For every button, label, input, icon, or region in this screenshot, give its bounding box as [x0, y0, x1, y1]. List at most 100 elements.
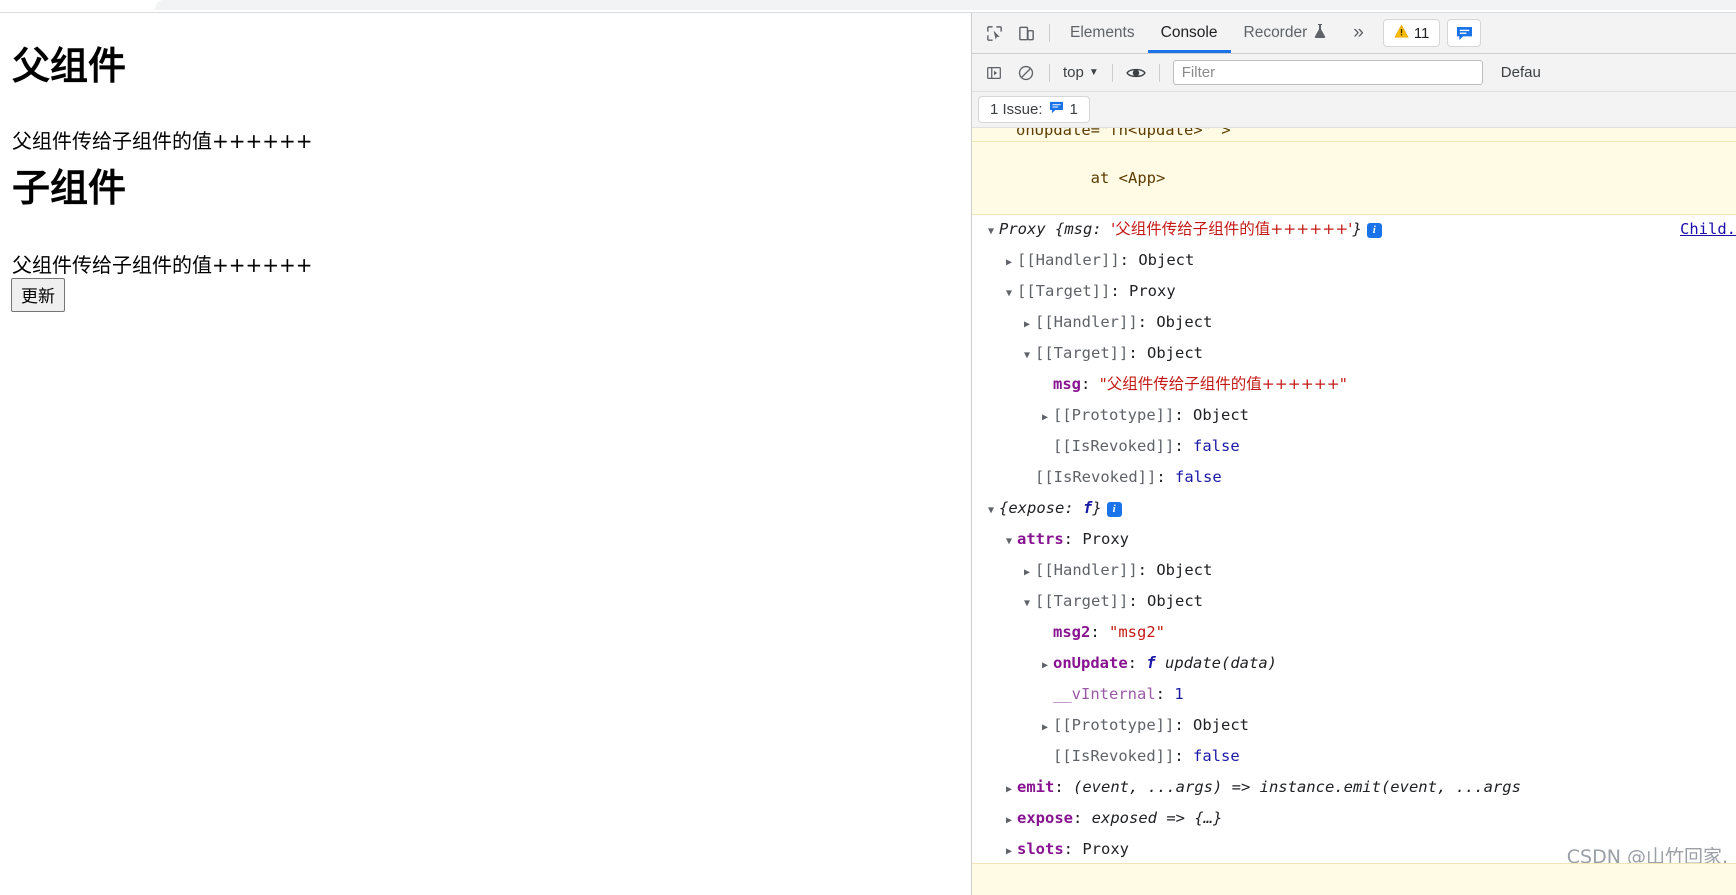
- object-tree-row[interactable]: attrs: Proxy: [972, 525, 1736, 556]
- issues-message-icon[interactable]: [1447, 19, 1482, 47]
- tree-token: msg2: [1053, 623, 1091, 641]
- tree-token: [[Handler]]: [1035, 561, 1138, 579]
- object-tree-row[interactable]: [[Handler]]: Object: [972, 246, 1736, 277]
- object-tree-row[interactable]: [[Target]]: Object: [972, 339, 1736, 370]
- object-tree-row[interactable]: slots: Proxy: [972, 835, 1736, 866]
- object-tree-row[interactable]: [[Prototype]]: Object: [972, 401, 1736, 432]
- child-component-text: 父组件传给子组件的值++++++: [12, 253, 313, 277]
- chevron-right-icon[interactable]: [1042, 654, 1053, 678]
- source-file-link[interactable]: Child.: [1680, 217, 1736, 241]
- tree-token: [[Target]]: [1035, 344, 1129, 362]
- tree-token: :: [1127, 654, 1147, 672]
- chevron-down-icon[interactable]: [1024, 344, 1035, 368]
- object-tree-row[interactable]: [[IsRevoked]]: false: [972, 463, 1736, 494]
- chevron-right-icon[interactable]: [1024, 561, 1035, 585]
- tab-console[interactable]: Console: [1148, 13, 1231, 53]
- chevron-down-icon[interactable]: [988, 499, 999, 523]
- chevron-right-icon[interactable]: [1006, 251, 1017, 275]
- tree-token: 1: [1174, 685, 1184, 703]
- chevron-right-icon[interactable]: [1006, 809, 1017, 833]
- warning-count: 11: [1413, 24, 1430, 42]
- tree-token: Object: [1193, 716, 1249, 734]
- console-filter-input[interactable]: [1172, 60, 1483, 85]
- tree-token: exposed => {…}: [1091, 809, 1223, 827]
- info-icon[interactable]: i: [1106, 502, 1122, 517]
- javascript-context-selector[interactable]: top ▼: [1057, 64, 1105, 81]
- tree-token: {expose:: [999, 499, 1083, 517]
- issues-chip[interactable]: 1 Issue: 1: [978, 96, 1090, 123]
- tree-token: :: [1174, 437, 1193, 455]
- object-tree-row[interactable]: __vInternal: 1: [972, 680, 1736, 711]
- issues-chip-label: 1 Issue:: [990, 101, 1043, 118]
- object-tree-row[interactable]: [[IsRevoked]]: false: [972, 432, 1736, 463]
- tree-token: :: [1063, 840, 1083, 858]
- object-tree-row[interactable]: onUpdate: f update(data): [972, 649, 1736, 680]
- tree-token: "msg2": [1109, 623, 1165, 641]
- tree-token: [[IsRevoked]]: [1035, 468, 1157, 486]
- chevron-down-icon[interactable]: [1024, 592, 1035, 616]
- console-output[interactable]: onUpdate="fn<update>" > at <App> Proxy {…: [972, 128, 1736, 895]
- object-tree-row[interactable]: emit: (event, ...args) => instance.emit(…: [972, 773, 1736, 804]
- tree-token: [[Target]]: [1017, 282, 1111, 300]
- inspect-element-icon[interactable]: [978, 18, 1010, 48]
- console-toolbar-divider-1: [1049, 63, 1050, 82]
- object-tree-row[interactable]: Proxy {msg: '父组件传给子组件的值++++++'} i Child.: [972, 215, 1736, 246]
- chevron-right-icon[interactable]: [1006, 778, 1017, 802]
- tree-token: Object: [1193, 406, 1249, 424]
- console-warning-stack[interactable]: at <App>: [972, 142, 1736, 215]
- object-tree-row[interactable]: [[Prototype]]: Object: [972, 711, 1736, 742]
- chevron-down-icon[interactable]: [1006, 530, 1017, 554]
- tree-token: :: [1174, 406, 1193, 424]
- log-levels-selector[interactable]: Defau: [1501, 64, 1541, 81]
- object-tree[interactable]: Proxy {msg: '父组件传给子组件的值++++++'} i Child. [[…: [972, 215, 1736, 895]
- object-tree-row[interactable]: [[Handler]]: Object: [972, 308, 1736, 339]
- tab-elements[interactable]: Elements: [1057, 13, 1148, 53]
- warning-count-badge[interactable]: 11: [1382, 19, 1441, 47]
- chevron-right-icon[interactable]: [1006, 840, 1017, 864]
- tree-token: update(data): [1165, 654, 1277, 672]
- chevron-right-icon[interactable]: [1042, 406, 1053, 430]
- update-button[interactable]: 更新: [11, 278, 65, 312]
- tab-recorder-label: Recorder: [1243, 24, 1308, 41]
- tree-token: false: [1175, 468, 1222, 486]
- object-tree-row[interactable]: [[Target]]: Proxy: [972, 277, 1736, 308]
- object-tree-row[interactable]: [[Handler]]: Object: [972, 556, 1736, 587]
- tab-recorder[interactable]: Recorder: [1231, 13, 1341, 53]
- tree-token: Object: [1156, 561, 1213, 579]
- tree-token: :: [1156, 468, 1175, 486]
- tree-token: :: [1174, 747, 1193, 765]
- tree-token: :: [1174, 716, 1193, 734]
- tree-token: __vInternal: [1053, 685, 1156, 703]
- child-component-heading: 子组件: [12, 166, 127, 210]
- info-icon[interactable]: i: [1366, 223, 1382, 238]
- console-sidebar-icon[interactable]: [978, 58, 1010, 88]
- object-tree-row[interactable]: [[IsRevoked]]: false: [972, 742, 1736, 773]
- tree-token: emit: [1017, 778, 1055, 796]
- tree-token: [[Prototype]]: [1053, 406, 1175, 424]
- tree-token: Proxy: [999, 220, 1055, 238]
- more-tabs-icon[interactable]: »: [1340, 13, 1377, 53]
- tree-token: [[Handler]]: [1035, 313, 1138, 331]
- object-tree-row[interactable]: msg2: "msg2": [972, 618, 1736, 649]
- object-tree-row[interactable]: msg: "父组件传给子组件的值++++++": [972, 370, 1736, 401]
- live-expression-icon[interactable]: [1120, 58, 1152, 88]
- chevron-right-icon[interactable]: [1042, 716, 1053, 740]
- parent-component-heading: 父组件: [12, 44, 127, 88]
- device-toolbar-icon[interactable]: [1010, 18, 1042, 48]
- console-warning-clipped[interactable]: onUpdate="fn<update>" >: [972, 128, 1736, 142]
- chevron-down-icon[interactable]: [1006, 282, 1017, 306]
- clear-console-icon[interactable]: [1010, 58, 1042, 88]
- tree-token: :: [1155, 685, 1175, 703]
- object-tree-row[interactable]: [[Target]]: Object: [972, 587, 1736, 618]
- object-tree-row[interactable]: {expose: f} i: [972, 494, 1736, 525]
- console-toolbar-divider-2: [1111, 63, 1113, 82]
- chevron-down-icon[interactable]: [988, 220, 999, 244]
- chevron-right-icon[interactable]: [1024, 313, 1035, 337]
- tree-token: :: [1090, 623, 1109, 641]
- object-tree-row[interactable]: expose: exposed => {…}: [972, 804, 1736, 835]
- issues-bar: 1 Issue: 1: [972, 92, 1736, 128]
- tree-token: attrs: [1017, 530, 1064, 548]
- tree-token: :: [1128, 344, 1147, 362]
